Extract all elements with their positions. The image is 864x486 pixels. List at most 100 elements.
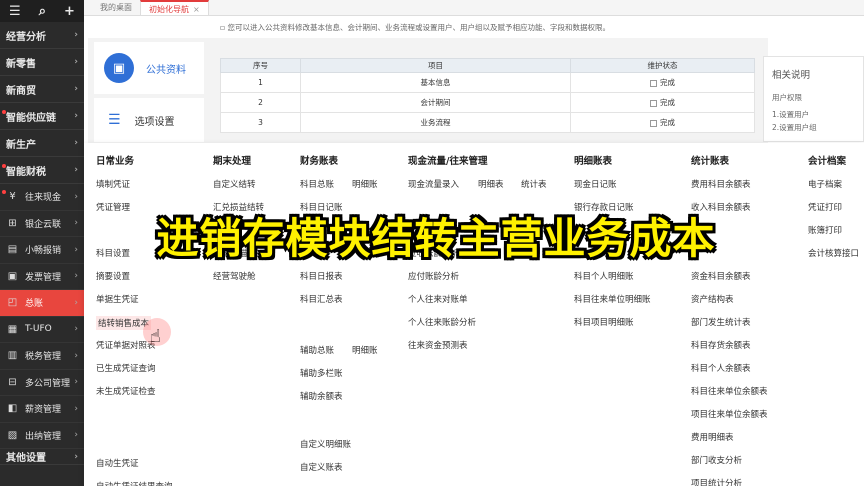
status-text: 完成: [660, 98, 675, 107]
menu-item[interactable]: 现金流量录入: [408, 178, 459, 190]
checkbox[interactable]: [650, 119, 657, 127]
menu-item[interactable]: 资金科目余额表: [691, 270, 751, 282]
option-settings-card[interactable]: ☰ 选项设置: [94, 98, 204, 142]
tab-my-desktop[interactable]: 我的桌面: [92, 0, 140, 15]
menu-item[interactable]: 应付账龄分析: [408, 270, 459, 282]
menu-item[interactable]: 项目统计分析: [691, 477, 742, 486]
menu-item[interactable]: 明细账: [352, 178, 378, 190]
sidebar-subitem[interactable]: ▥ 税务管理 ›: [0, 343, 84, 370]
sidebar-item-other-settings[interactable]: 其他设置 ›: [0, 449, 84, 465]
sidebar-subitems: ¥ 往来现金 › ⊞ 银企云联 › ▤ 小畅报销 › ▣ 发票管理 › ◰ 总账 › ▦ T-UFO › ▥ 税务管理…: [0, 184, 84, 449]
sidebar-subitem[interactable]: ▦ T-UFO ›: [0, 317, 84, 343]
module-icon: ◧: [7, 403, 18, 415]
related-line[interactable]: 1.设置用户: [772, 108, 855, 121]
sidebar-groups: 经营分析 › 新零售 › 新商贸 › 智能供应链 › 新生产 › 智能财税 ›: [0, 22, 84, 184]
sidebar-subitem[interactable]: ◰ 总账 ›: [0, 290, 84, 317]
col-header-no: 序号: [220, 58, 301, 73]
menu-item[interactable]: 费用科目余额表: [691, 178, 751, 190]
menu-item[interactable]: 辅助总账: [300, 344, 334, 356]
sidebar-item-label: 经营分析: [6, 31, 46, 43]
menu-item[interactable]: 自定义结转: [213, 178, 256, 190]
module-icon: ▦: [7, 323, 18, 335]
menu-item[interactable]: 项目往来单位余额表: [691, 408, 768, 420]
menu-item[interactable]: 科目个人明细账: [574, 270, 634, 282]
card-label: 公共资料: [146, 64, 186, 76]
notification-dot: [2, 190, 6, 194]
tab-init-nav[interactable]: 初始化导航 ×: [140, 0, 209, 15]
menu-item[interactable]: 现金日记账: [574, 178, 617, 190]
menu-item[interactable]: 往来资金预测表: [408, 339, 468, 351]
menu-item[interactable]: 明细账: [352, 344, 378, 356]
menu-item[interactable]: 科目往来单位明细账: [574, 293, 651, 305]
sidebar-subitem[interactable]: ⊟ 多公司管理 ›: [0, 370, 84, 396]
tab-label: 我的桌面: [100, 3, 132, 12]
menu-item[interactable]: 辅助多栏账: [300, 367, 343, 379]
sidebar-group-item[interactable]: 新零售 ›: [0, 49, 84, 76]
sidebar-subitem[interactable]: ▤ 小畅报销 ›: [0, 237, 84, 264]
menu-item[interactable]: 自定义账表: [300, 461, 343, 473]
menu-item[interactable]: 账簿打印: [808, 224, 842, 236]
sidebar-subitem[interactable]: ¥ 往来现金 ›: [0, 184, 84, 211]
menu-item[interactable]: 科目项目明细账: [574, 316, 634, 328]
menu-item[interactable]: 自定义明细账: [300, 438, 351, 450]
sidebar-subitem[interactable]: ▣ 发票管理 ›: [0, 264, 84, 290]
sidebar-item-label: 新零售: [6, 58, 36, 70]
row-item[interactable]: 业务流程: [300, 112, 571, 133]
briefcase-icon: ▣: [104, 53, 134, 83]
sidebar-subitem[interactable]: ⊞ 银企云联 ›: [0, 211, 84, 237]
menu-item[interactable]: 已生成凭证查询: [96, 362, 156, 374]
sidebar-toolbar: ☰ ⌕ +: [0, 0, 84, 22]
related-line[interactable]: 用户权限: [772, 91, 855, 104]
row-item[interactable]: 基本信息: [300, 72, 571, 93]
sidebar-group-item[interactable]: 经营分析 ›: [0, 22, 84, 49]
plus-icon[interactable]: +: [64, 4, 75, 19]
menu-item[interactable]: 明细表: [478, 178, 504, 190]
sidebar-item-label: 其他设置: [6, 453, 46, 464]
menu-item[interactable]: 自动生凭证: [96, 457, 139, 469]
menu-item[interactable]: 统计表: [521, 178, 547, 190]
menu-item[interactable]: 自动生凭证结果查询: [96, 480, 173, 486]
menu-item[interactable]: 经营驾驶舱: [213, 270, 256, 282]
menu-column-title: 财务账表: [300, 156, 339, 167]
module-icon: ▥: [7, 350, 18, 362]
menu-item[interactable]: 填制凭证: [96, 178, 130, 190]
menu-item[interactable]: 摘要设置: [96, 270, 130, 282]
sidebar-group-item[interactable]: 新生产 ›: [0, 130, 84, 157]
menu-icon[interactable]: ☰: [9, 4, 21, 19]
menu-item[interactable]: 电子档案: [808, 178, 842, 190]
sidebar-group-item[interactable]: 智能财税 ›: [0, 157, 84, 184]
checkbox[interactable]: [650, 79, 657, 87]
menu-item[interactable]: 部门收支分析: [691, 454, 742, 466]
menu-item[interactable]: 部门发生统计表: [691, 316, 751, 328]
public-data-card[interactable]: ▣ 公共资料: [94, 42, 204, 94]
menu-item[interactable]: 科目总账: [300, 178, 334, 190]
row-item[interactable]: 会计期间: [300, 92, 571, 113]
table-row: 1 基本信息 完成: [220, 72, 755, 93]
search-icon[interactable]: ⌕: [39, 4, 46, 19]
sidebar-subitem[interactable]: ◧ 薪资管理 ›: [0, 396, 84, 423]
module-icon: ⊟: [8, 376, 17, 388]
menu-item[interactable]: 科目往来单位余额表: [691, 385, 768, 397]
menu-item[interactable]: 科目汇总表: [300, 293, 343, 305]
close-icon[interactable]: ×: [193, 5, 200, 14]
menu-item[interactable]: 凭证打印: [808, 201, 842, 213]
menu-item[interactable]: 个人往来对账单: [408, 293, 468, 305]
menu-item[interactable]: 费用明细表: [691, 431, 734, 443]
sidebar-group-item[interactable]: 智能供应链 ›: [0, 103, 84, 130]
sidebar-subitem[interactable]: ▨ 出纳管理 ›: [0, 423, 84, 449]
menu-item[interactable]: 资产结构表: [691, 293, 734, 305]
menu-item[interactable]: 个人往来账龄分析: [408, 316, 476, 328]
menu-item[interactable]: 科目个人余额表: [691, 362, 751, 374]
menu-item[interactable]: 单据生凭证: [96, 293, 139, 305]
menu-item[interactable]: 科目日报表: [300, 270, 343, 282]
menu-item[interactable]: 未生成凭证检查: [96, 385, 156, 397]
chevron-right-icon: ›: [74, 111, 78, 121]
related-line[interactable]: 2.设置用户组: [772, 121, 855, 134]
menu-item[interactable]: 会计核算接口: [808, 247, 859, 259]
chevron-right-icon: ›: [74, 403, 78, 414]
chevron-right-icon: ›: [74, 324, 78, 335]
checkbox[interactable]: [650, 99, 657, 107]
sidebar-group-item[interactable]: 新商贸 ›: [0, 76, 84, 103]
menu-item[interactable]: 科目存货余额表: [691, 339, 751, 351]
menu-item[interactable]: 辅助余额表: [300, 390, 343, 402]
